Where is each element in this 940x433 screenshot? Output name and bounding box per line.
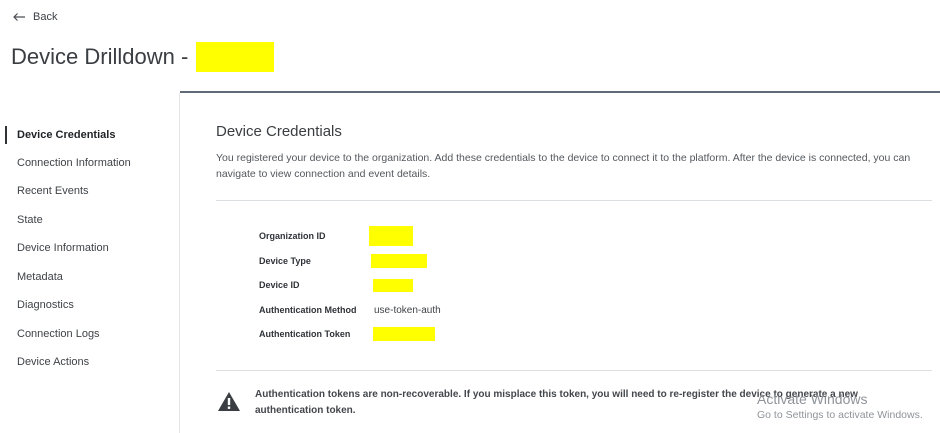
warning-triangle-icon xyxy=(218,392,240,411)
sidebar-nav: Device Credentials Connection Informatio… xyxy=(0,93,180,433)
page-title-text: Device Drilldown - xyxy=(11,44,189,69)
sidebar-item-connection-information[interactable]: Connection Information xyxy=(17,154,131,172)
sidebar-item-diagnostics[interactable]: Diagnostics xyxy=(17,296,74,314)
page-title: Device Drilldown - xyxy=(11,42,275,72)
credential-value: use-token-auth xyxy=(374,304,441,316)
credential-label: Device ID xyxy=(259,280,300,290)
credential-label: Device Type xyxy=(259,256,311,266)
credential-label: Authentication Token xyxy=(259,329,351,339)
credential-row-device-type: Device Type xyxy=(259,254,427,268)
warning-text: Authentication tokens are non-recoverabl… xyxy=(255,389,858,416)
sidebar-item-state[interactable]: State xyxy=(17,211,43,229)
sidebar-item-device-information[interactable]: Device Information xyxy=(17,239,109,257)
sidebar-item-device-credentials[interactable]: Device Credentials xyxy=(17,126,115,144)
redacted-organization-id xyxy=(369,226,413,246)
credentials-bottom-divider xyxy=(216,370,932,371)
redacted-device-name xyxy=(196,42,275,72)
section-description: You registered your device to the organi… xyxy=(216,152,911,180)
credential-label: Organization ID xyxy=(259,231,326,241)
arrow-left-icon xyxy=(13,13,25,21)
sidebar-item-recent-events[interactable]: Recent Events xyxy=(17,182,89,200)
sidebar-item-device-actions[interactable]: Device Actions xyxy=(17,353,89,371)
credential-row-authentication-token: Authentication Token xyxy=(259,327,435,341)
section-title: Device Credentials xyxy=(216,123,342,140)
sidebar-item-connection-logs[interactable]: Connection Logs xyxy=(17,325,100,343)
credential-row-device-id: Device ID xyxy=(259,278,413,292)
main-content: Device Credentials You registered your d… xyxy=(180,93,940,433)
credential-row-authentication-method: Authentication Method use-token-auth xyxy=(259,303,441,317)
credential-label: Authentication Method xyxy=(259,305,357,315)
back-link[interactable]: Back xyxy=(12,9,57,25)
redacted-device-type xyxy=(371,254,427,268)
sidebar-item-metadata[interactable]: Metadata xyxy=(17,268,63,286)
redacted-device-id xyxy=(373,278,413,292)
credentials-top-divider xyxy=(216,200,932,201)
redacted-authentication-token xyxy=(373,327,435,341)
back-label: Back xyxy=(33,11,58,23)
active-item-indicator xyxy=(5,126,7,144)
warning-notification: Authentication tokens are non-recoverabl… xyxy=(216,386,932,422)
credential-row-organization-id: Organization ID xyxy=(259,226,413,246)
